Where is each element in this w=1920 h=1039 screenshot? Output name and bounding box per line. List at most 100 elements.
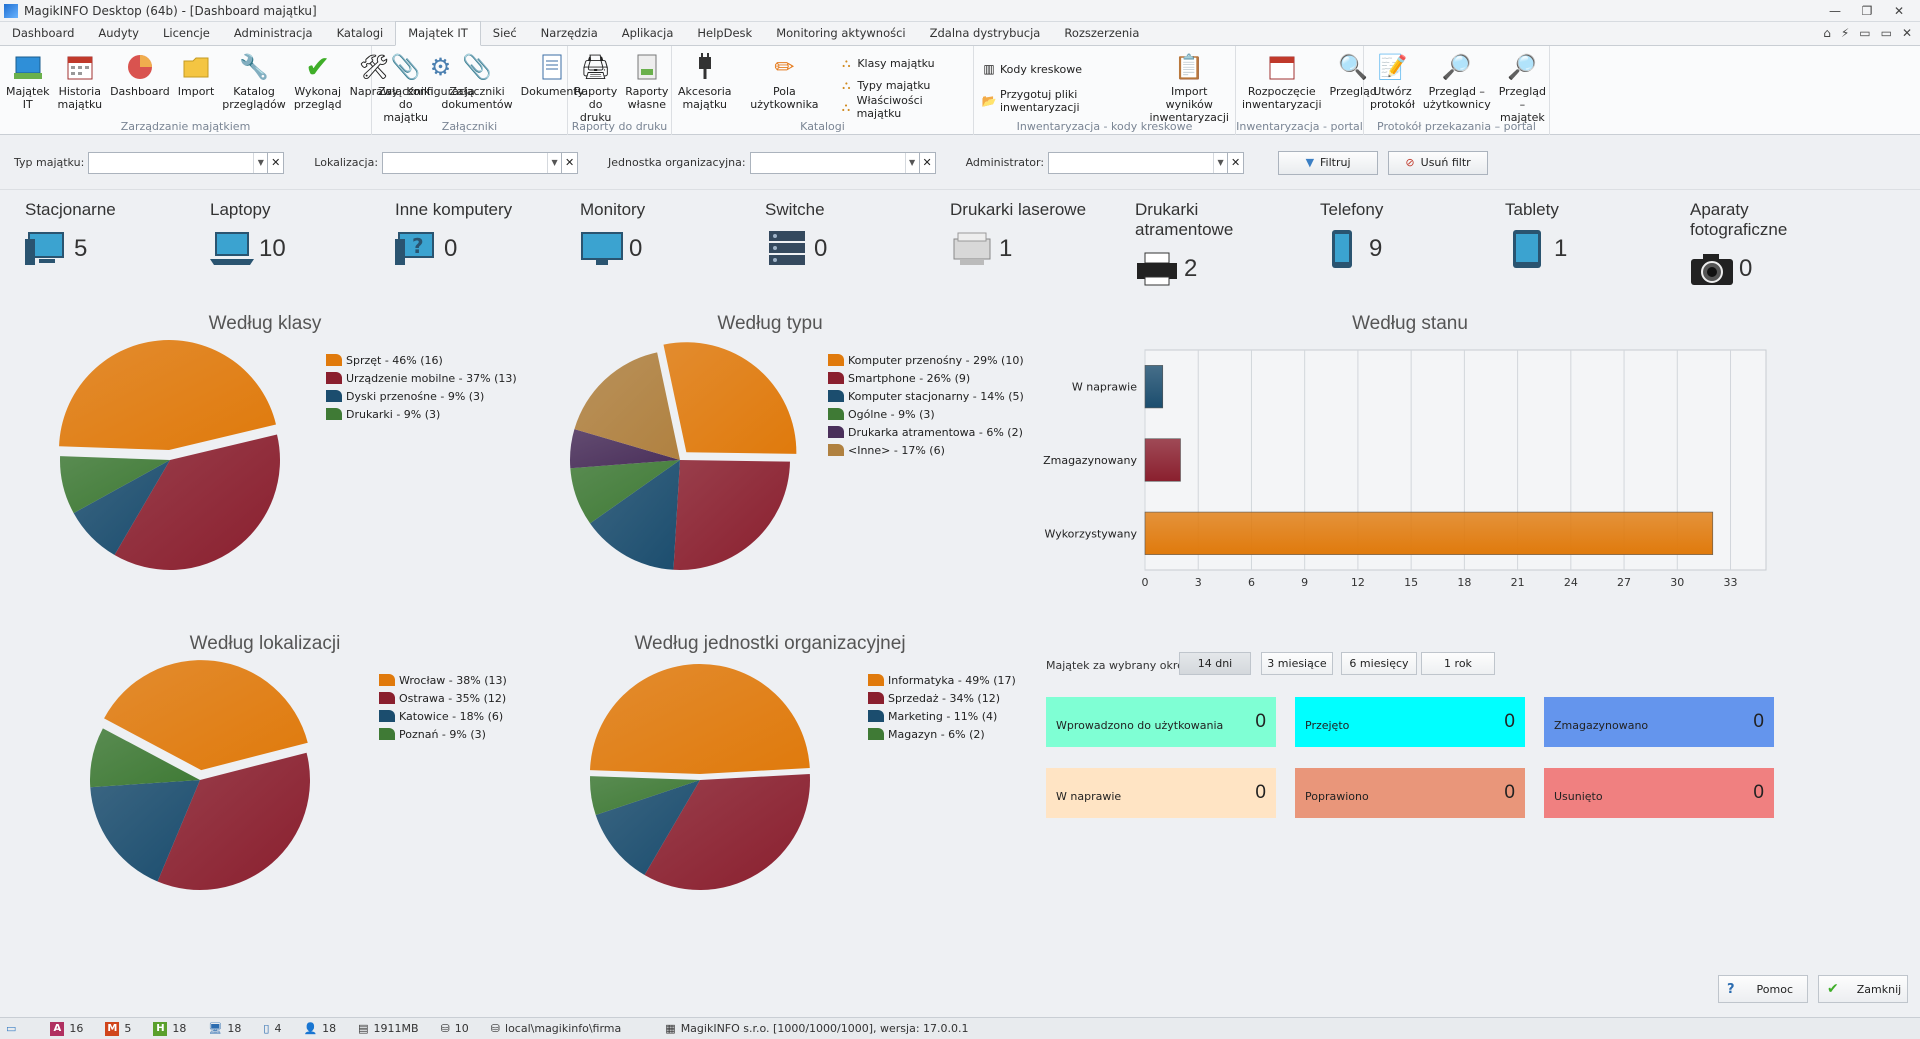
category-other-computer[interactable]: Inne komputery? 0 — [370, 200, 550, 270]
menu-tab[interactable]: Dashboard — [0, 22, 86, 45]
chevron-down-icon[interactable]: ▼ — [253, 152, 267, 173]
status-tile[interactable]: Zmagazynowano 0 — [1544, 697, 1774, 747]
ribbon-group-barcodes: ▥ Kody kreskowe 📂 Przygotuj pliki inwentar… — [974, 46, 1236, 135]
legend-label: Poznań - 9% (3) — [399, 727, 486, 741]
menu-tab[interactable]: Majątek IT — [395, 21, 481, 46]
category-phone[interactable]: Telefony 9 — [1295, 200, 1475, 270]
menu-tab[interactable]: Narzędzia — [529, 22, 610, 45]
legend-item: Informatyka - 49% (17) — [868, 671, 1016, 689]
bar-chart-status: 0 3 6 9 12 15 18 21 24 27 30 33 W naprawie Zmagazynow… — [1043, 349, 1767, 589]
window-control-icon[interactable]: ✕ — [1902, 26, 1912, 40]
pie-chart-type — [570, 342, 797, 570]
category-desktop[interactable]: Stacjonarne 5 — [0, 200, 180, 270]
category-monitor[interactable]: Monitory 0 — [555, 200, 735, 270]
bar[interactable] — [1144, 511, 1714, 555]
close-button[interactable]: ✕ — [1884, 1, 1914, 20]
category-laser-printer[interactable]: Drukarki laserowe 1 — [925, 200, 1105, 270]
tile-value: 0 — [1255, 711, 1266, 732]
phone-icon — [1319, 228, 1365, 270]
location-label: Lokalizacja: — [314, 156, 379, 169]
administrator-combo[interactable]: ▼ — [1048, 151, 1229, 174]
legend-item: Smartphone - 26% (9) — [828, 369, 1024, 387]
legend-item: Katowice - 18% (6) — [379, 707, 507, 725]
asset-type-combo[interactable]: ▼ — [88, 151, 269, 174]
asset-classes-button[interactable]: ⛬ Klasy majątku — [839, 54, 965, 72]
period-option-button[interactable]: 6 miesięcy — [1341, 652, 1417, 675]
asset-properties-button[interactable]: ⛬ Właściwości majątku — [839, 94, 965, 120]
window-control-icon[interactable]: ▭ — [1859, 26, 1870, 40]
legend-swatch — [868, 674, 884, 686]
mobile-icon: ▯ — [263, 1022, 270, 1035]
menu-tab[interactable]: Audyty — [86, 22, 151, 45]
clear-administrator-button[interactable]: ✕ — [1228, 151, 1245, 174]
menu-tab[interactable]: Licencje — [151, 22, 222, 45]
menu-tab[interactable]: Monitoring aktywności — [764, 22, 917, 45]
status-tile[interactable]: Przejęto 0 — [1295, 697, 1525, 747]
chevron-down-icon[interactable]: ▼ — [1213, 152, 1227, 173]
menu-tab[interactable]: HelpDesk — [685, 22, 764, 45]
filter-button[interactable]: ▼ Filtruj — [1278, 150, 1379, 175]
category-count: 0 — [629, 235, 643, 262]
category-inkjet-printer[interactable]: Drukarki atramentowe 2 — [1110, 200, 1290, 290]
app-icon — [4, 3, 18, 18]
status-tile[interactable]: Wprowadzono do użytkowania 0 — [1046, 697, 1276, 747]
bar[interactable] — [1144, 438, 1181, 482]
tile-label: Usunięto — [1554, 789, 1603, 803]
pie-slice[interactable] — [590, 664, 810, 775]
memory-icon: ▤ — [358, 1022, 369, 1035]
category-name: Inne komputery — [395, 200, 513, 219]
minimize-button[interactable]: — — [1820, 1, 1850, 20]
network-icon: ▭ — [6, 1022, 17, 1035]
tile-label: Zmagazynowano — [1554, 718, 1649, 732]
legend-label: Ogólne - 9% (3) — [848, 407, 935, 421]
window-control-icon[interactable]: ⚡ — [1841, 26, 1849, 40]
help-button[interactable]: ? Pomoc — [1718, 975, 1808, 1003]
pie-chart-icon — [123, 50, 157, 84]
bar[interactable] — [1144, 365, 1164, 409]
asset-icon — [11, 50, 45, 84]
period-option-button[interactable]: 14 dni — [1179, 652, 1251, 675]
status-tile[interactable]: W naprawie 0 — [1046, 768, 1276, 818]
menu-tab[interactable]: Administracja — [222, 22, 325, 45]
menu-tab[interactable]: Aplikacja — [610, 22, 686, 45]
pie-slice[interactable] — [673, 460, 790, 570]
category-tablet[interactable]: Tablety 1 — [1480, 200, 1660, 270]
period-option-button[interactable]: 1 rok — [1421, 652, 1495, 675]
clear-asset-type-button[interactable]: ✕ — [268, 151, 285, 174]
asset-types-button[interactable]: ⛬ Typy majątku — [839, 76, 965, 94]
x-tick-label: 12 — [1351, 576, 1365, 589]
legend-swatch — [868, 710, 884, 722]
chevron-down-icon[interactable]: ▼ — [547, 152, 561, 173]
legend-item: Sprzęt - 46% (16) — [326, 351, 517, 369]
restore-button[interactable]: ❐ — [1852, 1, 1882, 20]
location-combo[interactable]: ▼ — [382, 151, 563, 174]
pie-chart-unit — [590, 664, 810, 890]
pie-slice[interactable] — [663, 342, 797, 454]
folder-icon — [179, 50, 213, 84]
pie-slice[interactable] — [59, 340, 276, 451]
menu-tab[interactable]: Katalogi — [325, 22, 396, 45]
prepare-inventory-files-button[interactable]: 📂 Przygotuj pliki inwentaryzacji — [982, 88, 1139, 114]
remove-filter-button[interactable]: ⊘ Usuń filtr — [1388, 150, 1489, 175]
window-control-icon[interactable]: ⌂ — [1823, 26, 1831, 40]
menu-tab[interactable]: Sieć — [481, 22, 529, 45]
category-camera[interactable]: Aparaty fotograficzne 0 — [1665, 200, 1845, 290]
status-tile[interactable]: Poprawiono 0 — [1295, 768, 1525, 818]
menu-tab[interactable]: Rozszerzenia — [1052, 22, 1151, 45]
clear-org-unit-button[interactable]: ✕ — [919, 151, 936, 174]
help-icon: ? — [1727, 981, 1735, 997]
window-control-icon[interactable]: ▭ — [1881, 26, 1892, 40]
menu-tab[interactable]: Zdalna dystrybucja — [918, 22, 1053, 45]
barcodes-button[interactable]: ▥ Kody kreskowe — [982, 60, 1139, 78]
clear-location-button[interactable]: ✕ — [562, 151, 579, 174]
org-unit-combo[interactable]: ▼ — [749, 151, 920, 174]
close-button[interactable]: ✔ Zamknij — [1818, 975, 1908, 1003]
status-tile[interactable]: Usunięto 0 — [1544, 768, 1774, 818]
legend-swatch — [379, 710, 395, 722]
legend-class: Sprzęt - 46% (16) Urządzenie mobilne - 37… — [326, 351, 517, 423]
chevron-down-icon[interactable]: ▼ — [904, 152, 919, 173]
category-laptop[interactable]: Laptopy 10 — [185, 200, 365, 270]
legend-label: Wrocław - 38% (13) — [399, 673, 507, 687]
period-option-button[interactable]: 3 miesiące — [1261, 652, 1333, 675]
category-switch[interactable]: Switche 0 — [740, 200, 920, 270]
